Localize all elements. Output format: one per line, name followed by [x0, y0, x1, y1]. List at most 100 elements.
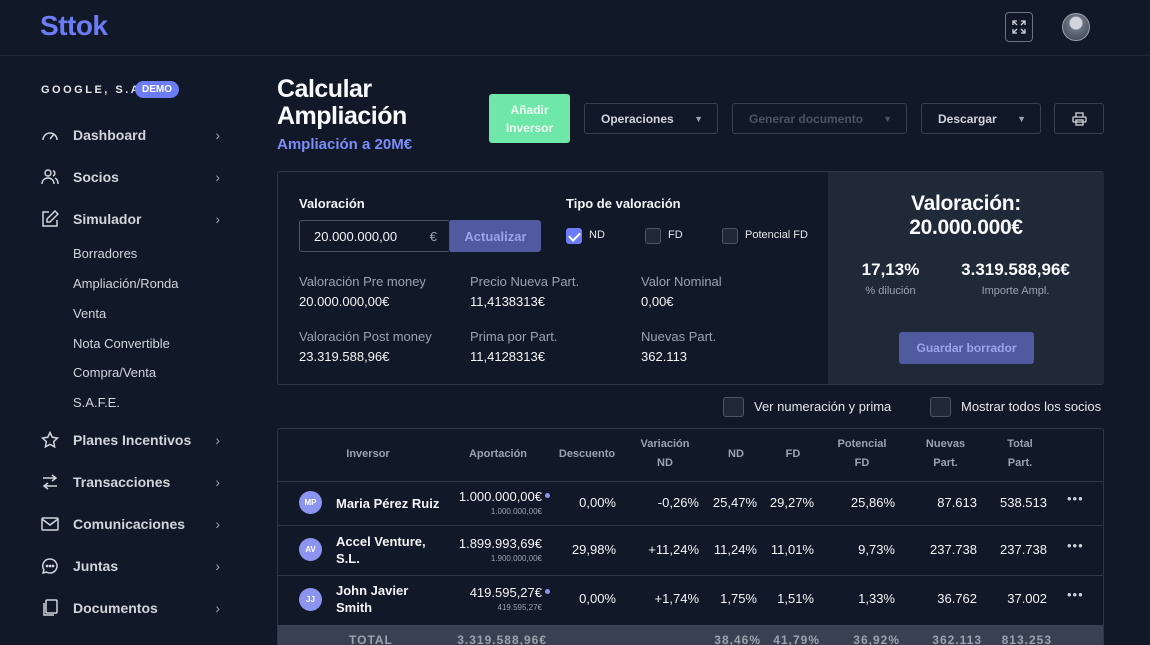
aportacion-sub-value: 419.595,27€ — [497, 603, 543, 612]
sidebar-subitem-nota-convertible[interactable]: Nota Convertible — [73, 336, 170, 351]
investor-avatar: JJ — [299, 588, 322, 611]
sidebar-item-transacciones[interactable]: Transacciones › — [40, 470, 220, 494]
fd-checkbox[interactable] — [645, 228, 661, 244]
mail-icon — [40, 514, 60, 534]
column-header-descuento[interactable]: Descuento — [552, 445, 622, 464]
print-button[interactable] — [1054, 103, 1104, 134]
variacion-value: -0,26% — [657, 495, 699, 510]
sidebar-item-documentos[interactable]: Documentos › — [40, 596, 220, 620]
printer-icon — [1071, 111, 1087, 126]
nuevas-value: 87.613 — [937, 495, 977, 510]
descuento-value: 29,98% — [571, 542, 616, 557]
total-total: 813.253 — [1001, 633, 1052, 645]
row-divider — [278, 525, 1103, 526]
aportacion-value: 1.000.000,00€ — [458, 489, 542, 504]
users-icon — [40, 167, 60, 187]
sidebar-subitem-compra-venta[interactable]: Compra/Venta — [73, 365, 156, 380]
demo-badge: DEMO — [135, 81, 179, 98]
summary-title-line1: Valoración: — [911, 192, 1021, 215]
documents-icon — [40, 598, 60, 618]
total-value: 37.002 — [1007, 591, 1047, 606]
column-header-aportacion[interactable]: Aportación — [458, 445, 538, 464]
show-numbering-checkbox[interactable] — [723, 397, 744, 417]
investor-avatar: AV — [299, 538, 322, 561]
more-options-icon[interactable]: ••• — [1067, 491, 1084, 506]
download-dropdown[interactable]: Descargar ▼ — [921, 103, 1041, 134]
chevron-down-icon: ▼ — [694, 113, 703, 124]
column-header-potencial-fd[interactable]: Potencial FD — [827, 435, 897, 473]
generate-document-dropdown[interactable]: Generar documento ▼ — [732, 103, 907, 134]
metric-label: Prima por Part. — [470, 329, 558, 344]
fd-value: 29,27% — [769, 495, 814, 510]
app-logo[interactable]: Sttok — [40, 10, 108, 42]
column-header-fd[interactable]: FD — [773, 445, 813, 464]
sidebar-item-juntas[interactable]: Juntas › — [40, 554, 220, 578]
column-header-total-part[interactable]: Total Part. — [990, 435, 1050, 473]
row-divider — [278, 481, 1103, 482]
potencial-value: 25,86% — [850, 495, 895, 510]
add-investor-label-2: Inversor — [505, 120, 554, 135]
add-investor-button[interactable]: Añadir Inversor — [489, 94, 570, 143]
sidebar-item-comunicaciones[interactable]: Comunicaciones › — [40, 512, 220, 536]
sidebar-subitem-venta[interactable]: Venta — [73, 306, 106, 321]
sidebar-subitem-ampliacion[interactable]: Ampliación/Ronda — [73, 276, 179, 291]
page-title-line2: Ampliación — [277, 102, 407, 130]
sidebar-item-label: Simulador — [73, 211, 142, 227]
more-options-icon[interactable]: ••• — [1067, 587, 1084, 602]
investor-name[interactable]: Maria Pérez Ruiz — [336, 495, 446, 512]
sidebar-item-label: Documentos — [73, 600, 158, 616]
nd-value: 25,47% — [712, 495, 757, 510]
chevron-down-icon: ▼ — [883, 113, 892, 124]
header-line: Part. — [1007, 457, 1033, 469]
summary-title-line2: 20.000.000€ — [909, 216, 1023, 239]
column-header-variacion[interactable]: Variación ND — [630, 435, 700, 473]
potencial-fd-checkbox[interactable] — [722, 228, 738, 244]
valuation-input[interactable]: 20.000.000,00 € — [299, 220, 450, 252]
sidebar-item-simulador[interactable]: Simulador › — [40, 207, 220, 231]
generate-document-label: Generar documento — [749, 111, 864, 126]
total-aportacion: 3.319.588,96€ — [457, 633, 547, 645]
fd-value: 1,51% — [777, 591, 814, 606]
sidebar-item-label: Transacciones — [73, 474, 171, 490]
metric-label: Valor Nominal — [641, 274, 722, 289]
variacion-value: +11,24% — [648, 542, 699, 557]
sidebar-item-planes-incentivos[interactable]: Planes Incentivos › — [40, 428, 220, 452]
update-button[interactable]: Actualizar — [450, 220, 541, 252]
chevron-right-icon: › — [215, 600, 220, 616]
currency-suffix: € — [429, 228, 437, 244]
column-header-nuevas-part[interactable]: Nuevas Part. — [913, 435, 978, 473]
status-dot — [545, 493, 550, 498]
save-draft-button[interactable]: Guardar borrador — [899, 332, 1034, 364]
valuation-label: Valoración — [299, 196, 365, 211]
metric-value: 0,00€ — [641, 294, 674, 309]
nd-checkbox[interactable] — [566, 228, 582, 244]
total-value: 237.738 — [1000, 542, 1047, 557]
add-investor-label-1: Añadir — [510, 102, 549, 117]
chevron-right-icon: › — [215, 432, 220, 448]
operations-dropdown[interactable]: Operaciones ▼ — [584, 103, 718, 134]
dilution-value: 17,13% — [861, 260, 920, 279]
edit-icon — [40, 209, 60, 229]
sidebar-item-socios[interactable]: Socios › — [40, 165, 220, 189]
header-line: Variación — [640, 438, 690, 450]
investor-name[interactable]: Accel Venture, S.L. — [336, 533, 446, 567]
metric-label: Valoración Pre money — [299, 274, 426, 289]
investor-name[interactable]: John Javier Smith — [336, 582, 446, 616]
show-all-partners-checkbox[interactable] — [930, 397, 951, 417]
expand-button[interactable] — [1005, 12, 1033, 42]
sidebar-subitem-safe[interactable]: S.A.F.E. — [73, 395, 120, 410]
column-header-nd[interactable]: ND — [716, 445, 756, 464]
total-fd: 41,79% — [773, 633, 820, 645]
column-header-inversor[interactable]: Inversor — [333, 445, 403, 464]
sidebar-item-dashboard[interactable]: Dashboard › — [40, 123, 220, 147]
download-label: Descargar — [938, 111, 997, 126]
user-avatar[interactable] — [1062, 13, 1090, 41]
page-title-line1: Calcular — [277, 75, 372, 103]
chevron-down-icon: ▼ — [1017, 113, 1026, 124]
chevron-right-icon: › — [215, 169, 220, 185]
amount-label: Importe Ampl. — [981, 285, 1050, 297]
sidebar-subitem-borradores[interactable]: Borradores — [73, 246, 137, 261]
more-options-icon[interactable]: ••• — [1067, 538, 1084, 553]
page-subtitle: Ampliación a 20M€ — [277, 136, 413, 153]
chevron-right-icon: › — [215, 474, 220, 490]
